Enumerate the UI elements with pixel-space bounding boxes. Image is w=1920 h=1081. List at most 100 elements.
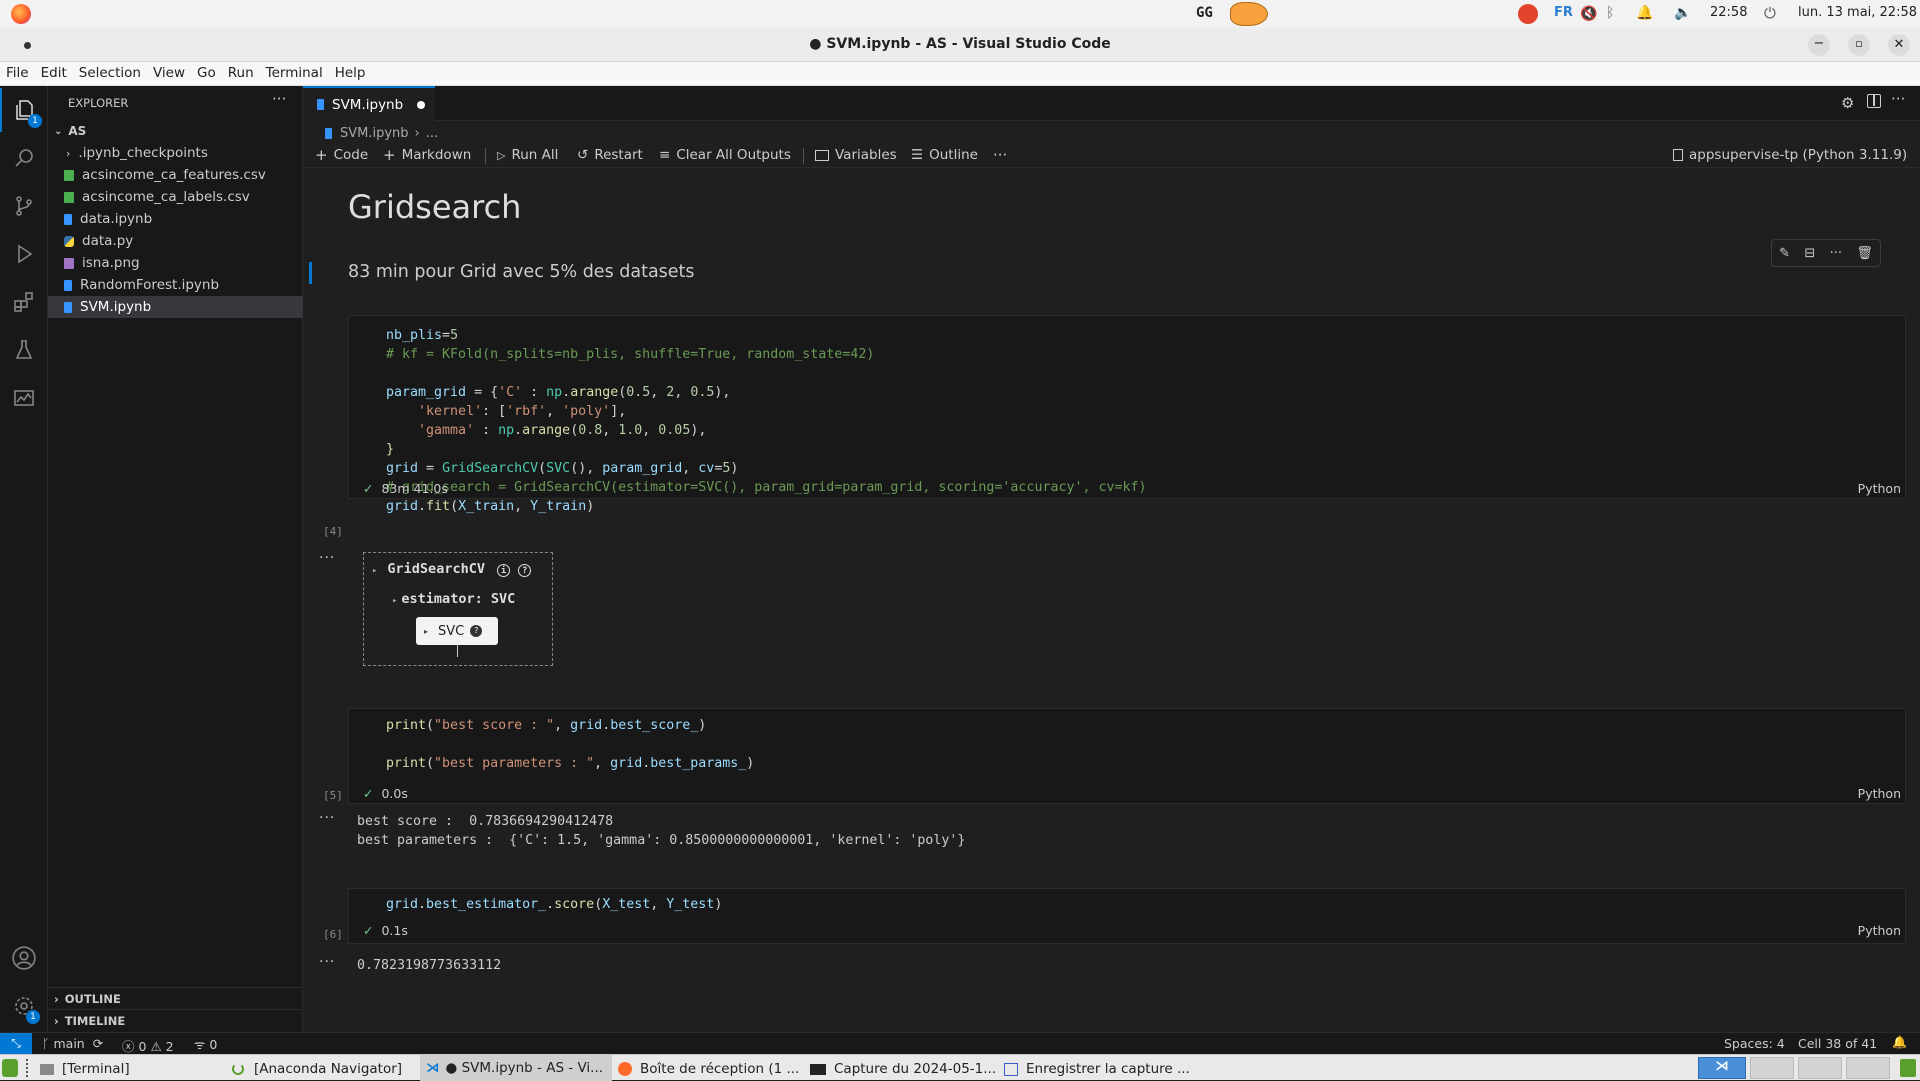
- output-more-icon[interactable]: ···: [319, 954, 335, 970]
- start-menu-icon[interactable]: [2, 1059, 18, 1077]
- bluetooth-icon[interactable]: ᛒ: [1606, 5, 1614, 21]
- speaker-icon[interactable]: 🔈: [1674, 5, 1691, 21]
- code-cell-6[interactable]: grid.best_estimator_.score(X_test, Y_tes…: [348, 888, 1906, 944]
- menu-file[interactable]: File: [0, 62, 35, 81]
- breadcrumb-more[interactable]: ...: [426, 126, 438, 141]
- search-icon[interactable]: [0, 136, 48, 180]
- cell-more-icon[interactable]: ···: [1830, 246, 1842, 261]
- restart-button[interactable]: ↺ Restart: [577, 144, 643, 166]
- manage-gear-icon[interactable]: 1: [0, 984, 48, 1028]
- svc-box[interactable]: ▸ SVC ?: [416, 617, 498, 645]
- cell-position-status[interactable]: Cell 38 of 41: [1798, 1036, 1877, 1051]
- menu-edit[interactable]: Edit: [35, 62, 73, 81]
- code-editor[interactable]: print("best score : ", grid.best_score_)…: [386, 716, 754, 773]
- breadcrumb[interactable]: SVM.ipynb › ...: [325, 124, 438, 142]
- menu-view[interactable]: View: [147, 62, 191, 81]
- notebook-settings-icon[interactable]: ⚙: [1841, 94, 1854, 112]
- explorer-more-icon[interactable]: ···: [272, 90, 286, 108]
- tree-item-data-ipynb[interactable]: data.ipynb: [48, 208, 303, 230]
- workspace-3[interactable]: [1798, 1057, 1842, 1079]
- output-more-icon[interactable]: ···: [319, 550, 335, 566]
- tab-svm-ipynb[interactable]: SVM.ipynb: [303, 86, 435, 121]
- lock-icon[interactable]: [1518, 4, 1538, 24]
- timeline-section[interactable]: › TIMELINE: [48, 1009, 303, 1031]
- add-code-cell-button[interactable]: + Code: [315, 144, 368, 166]
- taskbar-item-thunderbird[interactable]: Boîte de réception (1 ...: [618, 1059, 799, 1079]
- tree-item-randomforest[interactable]: RandomForest.ipynb: [48, 274, 303, 296]
- tree-item-svm[interactable]: SVM.ipynb: [48, 296, 303, 318]
- menu-selection[interactable]: Selection: [73, 62, 147, 81]
- testing-flask-icon[interactable]: [0, 328, 48, 372]
- app-indicator-icon[interactable]: GG: [1196, 5, 1226, 23]
- indentation-status[interactable]: Spaces: 4: [1724, 1036, 1785, 1051]
- workspace-4[interactable]: [1846, 1057, 1890, 1079]
- tree-item-isna-png[interactable]: isna.png: [48, 252, 303, 274]
- minimize-button[interactable]: −: [1808, 34, 1830, 56]
- source-control-icon[interactable]: [0, 184, 48, 228]
- edit-pencil-icon[interactable]: ✎: [1779, 246, 1790, 261]
- trash-tray-icon[interactable]: [1900, 1059, 1916, 1077]
- keyboard-layout[interactable]: FR: [1554, 5, 1573, 20]
- info-icon[interactable]: i: [497, 564, 511, 577]
- unsaved-dot-icon[interactable]: [417, 100, 426, 109]
- tree-item-data-py[interactable]: data.py: [48, 230, 303, 252]
- menu-go[interactable]: Go: [191, 62, 222, 81]
- cell-language[interactable]: Python: [1858, 923, 1901, 938]
- branch-status[interactable]: ᚴ main ⟳: [42, 1036, 103, 1051]
- problems-status[interactable]: ⓧ 0 ⚠ 2: [122, 1036, 174, 1055]
- add-markdown-cell-button[interactable]: + Markdown: [383, 144, 471, 166]
- taskbar-item-save-capture[interactable]: Enregistrer la capture ...: [1004, 1059, 1190, 1079]
- estimator-row[interactable]: ▸ estimator: SVC: [392, 591, 515, 607]
- folder-root[interactable]: ⌄ AS: [48, 120, 303, 142]
- split-editor-icon[interactable]: [1867, 94, 1881, 108]
- output-more-icon[interactable]: ···: [319, 810, 335, 826]
- accounts-icon[interactable]: [0, 936, 48, 980]
- outline-button[interactable]: ☰ Outline: [911, 144, 978, 166]
- fish-icon[interactable]: [1230, 2, 1268, 26]
- ports-status[interactable]: ᯤ 0: [194, 1036, 217, 1053]
- help-icon[interactable]: ?: [470, 625, 483, 637]
- kernel-picker[interactable]: appsupervise-tp (Python 3.11.9): [1673, 144, 1907, 166]
- remote-explorer-icon[interactable]: [0, 376, 48, 420]
- delete-trash-icon[interactable]: 🗑: [1856, 246, 1873, 261]
- extensions-icon[interactable]: [0, 280, 48, 324]
- code-cell-4[interactable]: nb_plis=5 # kf = KFold(n_splits=nb_plis,…: [348, 315, 1906, 514]
- editor-more-icon[interactable]: ···: [1891, 90, 1905, 108]
- notifications-bell-icon[interactable]: 🔔: [1892, 1035, 1907, 1049]
- menu-help[interactable]: Help: [329, 62, 372, 81]
- breadcrumb-file[interactable]: SVM.ipynb: [340, 126, 409, 141]
- cell-language[interactable]: Python: [1858, 481, 1901, 496]
- close-button[interactable]: ✕: [1888, 34, 1910, 56]
- date-time[interactable]: lun. 13 mai, 22:58: [1798, 5, 1917, 20]
- taskbar-item-vscode[interactable]: ⋊ ● SVM.ipynb - AS - Vi...: [420, 1055, 612, 1081]
- run-debug-icon[interactable]: [0, 232, 48, 276]
- tree-item-ipynb-checkpoints[interactable]: › .ipynb_checkpoints: [48, 142, 303, 164]
- toolbar-more-icon[interactable]: ···: [993, 144, 1007, 166]
- markdown-text[interactable]: 83 min pour Grid avec 5% des datasets: [348, 262, 695, 282]
- clear-outputs-button[interactable]: ≡ Clear All Outputs: [659, 144, 791, 166]
- menu-run[interactable]: Run: [222, 62, 260, 81]
- cell-language[interactable]: Python: [1858, 786, 1901, 801]
- variables-button[interactable]: Variables: [815, 144, 897, 166]
- maximize-button[interactable]: ▫: [1848, 34, 1870, 56]
- explorer-icon[interactable]: 1: [0, 88, 48, 132]
- run-all-button[interactable]: ▷ Run All: [497, 144, 558, 166]
- tree-item-labels-csv[interactable]: acsincome_ca_labels.csv: [48, 186, 303, 208]
- firefox-icon[interactable]: [11, 4, 31, 24]
- code-editor[interactable]: nb_plis=5 # kf = KFold(n_splits=nb_plis,…: [386, 326, 1147, 516]
- outline-section[interactable]: › OUTLINE: [48, 987, 303, 1009]
- workspace-2[interactable]: [1750, 1057, 1794, 1079]
- tree-item-features-csv[interactable]: acsincome_ca_features.csv: [48, 164, 303, 186]
- clock[interactable]: 22:58: [1710, 5, 1747, 20]
- help-icon[interactable]: ?: [518, 564, 532, 577]
- taskbar-item-terminal[interactable]: [Terminal]: [40, 1059, 130, 1079]
- volume-muted-icon[interactable]: 🔇: [1580, 6, 1597, 22]
- markdown-heading[interactable]: Gridsearch: [348, 188, 521, 226]
- gridsearch-header[interactable]: ▸ GridSearchCV i ?: [372, 561, 532, 577]
- remote-indicator[interactable]: ⤡: [0, 1033, 32, 1054]
- taskbar-item-capture[interactable]: Capture du 2024-05-1...: [810, 1059, 996, 1079]
- gridsearch-widget[interactable]: ▸ GridSearchCV i ? ▸ estimator: SVC ▸ SVC ?: [363, 552, 553, 666]
- taskbar-item-anaconda[interactable]: [Anaconda Navigator]: [232, 1059, 402, 1079]
- split-cell-icon[interactable]: ⊟: [1804, 246, 1815, 261]
- workspace-1[interactable]: ⋊: [1698, 1057, 1746, 1079]
